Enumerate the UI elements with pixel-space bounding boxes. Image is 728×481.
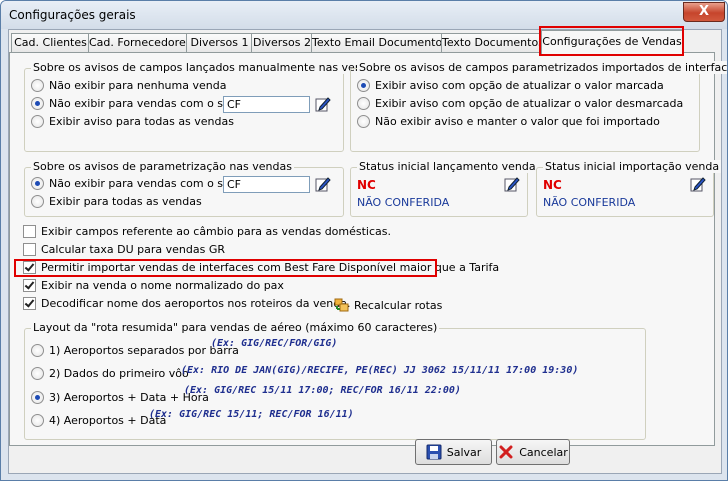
radio-layout-3[interactable]: 3) Aeroportos + Data + Hora — [31, 391, 209, 404]
radio-icon — [31, 115, 44, 128]
status-lancamento-desc: NÃO CONFERIDA — [357, 196, 450, 209]
checkbox-icon — [23, 243, 36, 256]
checkbox-decodificar-aeroportos[interactable]: Decodificar nome dos aeroportos nos rote… — [23, 297, 350, 310]
group-manual-title: Sobre os avisos de campos lançados manua… — [31, 61, 384, 74]
checkbox-icon — [23, 279, 36, 292]
radio-layout-1[interactable]: 1) Aeroportos separados por barra — [31, 344, 239, 357]
dialog-body: Cad. Clientes Cad. Fornecedores Diversos… — [8, 26, 727, 474]
group-param-title: Sobre os avisos de parametrização nas ve… — [31, 160, 294, 173]
radio-icon — [357, 79, 370, 92]
group-status-lancamento: Status inicial lançamento venda NC NÃO C… — [350, 160, 538, 217]
tab-texto-documentos[interactable]: Texto Documentos — [441, 33, 544, 52]
radio-param-all[interactable]: Exibir para todas as vendas — [31, 195, 202, 208]
radio-icon — [31, 414, 44, 427]
radio-icon — [31, 177, 44, 190]
radio-interface-keep[interactable]: Não exibir aviso e manter o valor que fo… — [357, 115, 660, 128]
edit-pencil-icon[interactable] — [315, 176, 331, 192]
radio-manual-none[interactable]: Não exibir para nenhuma venda — [31, 79, 226, 92]
radio-label: Não exibir para vendas com o status — [49, 177, 252, 190]
manual-status-input[interactable]: CF — [223, 96, 310, 113]
edit-pencil-icon[interactable] — [504, 176, 520, 192]
recalcular-rotas-label: Recalcular rotas — [354, 298, 443, 312]
layout-4-example: (Ex: GIG/REC 15/11; REC/FOR 16/11) — [149, 409, 354, 420]
radio-icon — [357, 115, 370, 128]
edit-pencil-icon[interactable] — [315, 96, 331, 112]
save-label: Salvar — [446, 445, 482, 459]
save-button[interactable]: Salvar — [415, 439, 492, 465]
radio-icon — [31, 97, 44, 110]
title-bar: Configurações gerais X — [1, 1, 727, 29]
radio-interface-update-unchecked[interactable]: Exibir aviso com opção de atualizar o va… — [357, 97, 683, 110]
radio-manual-all[interactable]: Exibir aviso para todas as vendas — [31, 115, 234, 128]
tab-cad-clientes[interactable]: Cad. Clientes — [11, 33, 90, 52]
radio-manual-status[interactable]: Não exibir para vendas com o status — [31, 97, 251, 110]
group-rota-resumida: Layout da "rota resumida" para vendas de… — [24, 321, 646, 440]
close-button[interactable]: X — [683, 2, 725, 22]
checkbox-cambio[interactable]: Exibir campos referente ao câmbio para a… — [23, 225, 391, 238]
status-lancamento-title: Status inicial lançamento venda — [357, 160, 538, 173]
group-manual-warnings: Sobre os avisos de campos lançados manua… — [24, 61, 384, 152]
recalcular-rotas-button[interactable]: Recalcular rotas — [334, 297, 442, 313]
checkbox-label: Decodificar nome dos aeroportos nos rote… — [41, 297, 351, 310]
group-param-warnings: Sobre os avisos de parametrização nas ve… — [24, 160, 344, 217]
recalculate-icon — [334, 298, 349, 312]
radio-label: Exibir aviso com opção de atualizar o va… — [375, 79, 664, 92]
tab-diversos-1[interactable]: Diversos 1 — [186, 33, 253, 52]
status-importacao-title: Status inicial importação venda — [543, 160, 722, 173]
radio-interface-update-checked[interactable]: Exibir aviso com opção de atualizar o va… — [357, 79, 664, 92]
tab-cad-fornecedores[interactable]: Cad. Fornecedores — [88, 33, 191, 52]
layout-3-example: (Ex: GIG/REC 15/11 17:00; REC/FOR 16/11 … — [184, 385, 461, 396]
radio-label: Exibir aviso com opção de atualizar o va… — [375, 97, 684, 110]
checkbox-icon — [23, 225, 36, 238]
cancel-button[interactable]: Cancelar — [496, 439, 570, 465]
rota-resumida-title: Layout da "rota resumida" para vendas de… — [31, 321, 440, 334]
radio-label: Não exibir para nenhuma venda — [49, 79, 227, 92]
radio-label: Exibir para todas as vendas — [49, 195, 202, 208]
radio-label: 2) Dados do primeiro vôo — [49, 367, 189, 380]
group-interface-warnings: Sobre os avisos de campos parametrizados… — [350, 61, 727, 152]
edit-pencil-icon[interactable] — [690, 176, 706, 192]
tab-diversos-2[interactable]: Diversos 2 — [251, 33, 313, 52]
close-icon: X — [698, 4, 710, 19]
radio-icon — [31, 367, 44, 380]
floppy-disk-icon — [426, 444, 442, 460]
group-status-importacao: Status inicial importação venda NC NÃO C… — [536, 160, 722, 217]
best-fare-highlight — [14, 259, 437, 277]
group-interfaces-title: Sobre os avisos de campos parametrizados… — [357, 61, 727, 74]
checkbox-label: Exibir campos referente ao câmbio para a… — [41, 225, 392, 238]
red-x-icon — [499, 445, 513, 459]
radio-label: Não exibir para vendas com o status — [49, 97, 252, 110]
status-importacao-desc: NÃO CONFERIDA — [543, 196, 636, 209]
window-title: Configurações gerais — [9, 8, 136, 22]
cancel-label: Cancelar — [519, 445, 568, 459]
layout-1-example: (Ex: GIG/REC/FOR/GIG) — [211, 338, 338, 349]
status-lancamento-code: NC — [357, 178, 376, 192]
tab-panel-configuracoes-vendas: Sobre os avisos de campos lançados manua… — [9, 52, 727, 446]
checkbox-nome-normalizado[interactable]: Exibir na venda o nome normalizado do pa… — [23, 279, 284, 292]
radio-label: Exibir aviso para todas as vendas — [49, 115, 234, 128]
tab-highlight — [539, 26, 684, 56]
param-status-input[interactable]: CF — [223, 176, 310, 193]
radio-param-status[interactable]: Não exibir para vendas com o status — [31, 177, 251, 190]
radio-icon — [31, 344, 44, 357]
radio-label: Não exibir aviso e manter o valor que fo… — [375, 115, 660, 128]
checkbox-taxa-du[interactable]: Calcular taxa DU para vendas GR — [23, 243, 225, 256]
tab-texto-email-documentos[interactable]: Texto Email Documentos — [311, 33, 448, 52]
radio-icon — [31, 195, 44, 208]
radio-layout-4[interactable]: 4) Aeroportos + Data — [31, 414, 166, 427]
checkbox-icon — [23, 297, 36, 310]
radio-icon — [31, 391, 44, 404]
status-importacao-code: NC — [543, 178, 562, 192]
settings-dialog: Configurações gerais X Cad. Clientes Cad… — [0, 0, 728, 481]
radio-icon — [31, 79, 44, 92]
checkbox-label: Calcular taxa DU para vendas GR — [41, 243, 225, 256]
checkbox-label: Exibir na venda o nome normalizado do pa… — [41, 279, 284, 292]
radio-icon — [357, 97, 370, 110]
radio-layout-2[interactable]: 2) Dados do primeiro vôo — [31, 367, 189, 380]
layout-2-example: (Ex: RIO DE JAN(GIG)/RECIFE, PE(REC) JJ … — [181, 365, 579, 376]
